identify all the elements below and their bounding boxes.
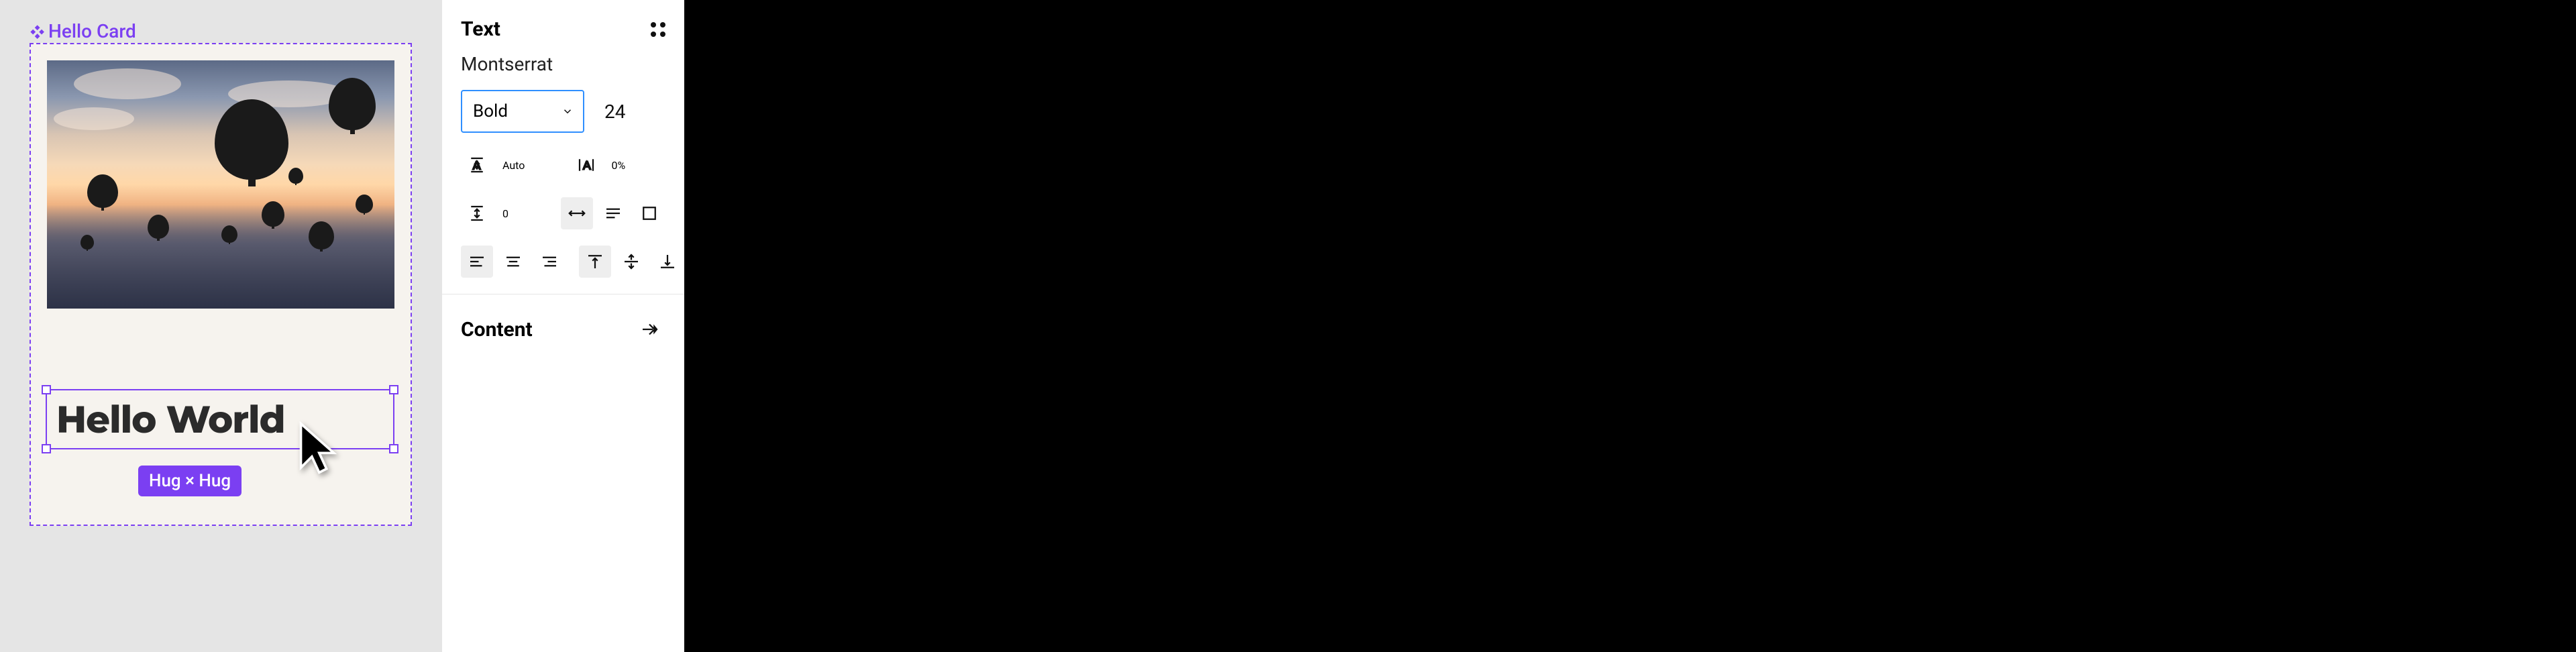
align-middle-button[interactable]: [615, 246, 647, 278]
component-icon: [30, 24, 44, 39]
align-top-icon: [585, 252, 605, 272]
design-canvas[interactable]: Hello Card Hello World Hug × Hug: [0, 0, 441, 652]
align-middle-icon: [621, 252, 641, 272]
align-right-button[interactable]: [533, 246, 566, 278]
size-badge: Hug × Hug: [138, 466, 241, 496]
card-text-layer[interactable]: Hello World: [56, 397, 285, 443]
component-label[interactable]: Hello Card: [30, 20, 136, 42]
fixed-size-icon: [639, 203, 659, 223]
align-bottom-icon: [657, 252, 678, 272]
line-height-input[interactable]: Auto: [502, 159, 525, 172]
auto-width-button[interactable]: [561, 197, 593, 229]
resize-handle-bl[interactable]: [42, 444, 51, 453]
auto-height-button[interactable]: [597, 197, 629, 229]
content-section-title: Content: [461, 318, 533, 341]
align-center-icon: [503, 252, 523, 272]
resize-handle-tr[interactable]: [389, 385, 398, 394]
chevron-down-icon: [561, 105, 574, 117]
card-image: [47, 60, 394, 309]
letter-spacing-input[interactable]: 0%: [612, 159, 626, 172]
auto-width-icon: [567, 203, 587, 223]
font-weight-select[interactable]: Bold: [461, 90, 584, 133]
resize-handle-tl[interactable]: [42, 385, 51, 394]
content-section-header[interactable]: Content: [442, 294, 684, 364]
apply-content-icon: [639, 319, 659, 339]
resize-handle-br[interactable]: [389, 444, 398, 453]
font-family-select[interactable]: Montserrat: [461, 53, 665, 75]
letter-spacing-icon: A: [570, 149, 602, 181]
auto-height-icon: [603, 203, 623, 223]
svg-text:A: A: [473, 158, 481, 172]
fixed-size-button[interactable]: [633, 197, 665, 229]
align-right-icon: [539, 252, 559, 272]
font-size-input[interactable]: 24: [598, 101, 625, 123]
drag-handle-icon[interactable]: [651, 22, 665, 37]
line-height-icon: A: [461, 149, 493, 181]
align-top-button[interactable]: [579, 246, 611, 278]
card-frame[interactable]: [30, 43, 412, 526]
svg-text:A: A: [583, 158, 591, 172]
apply-content-button[interactable]: [633, 313, 665, 345]
align-left-icon: [467, 252, 487, 272]
paragraph-spacing-input[interactable]: 0: [502, 207, 508, 220]
align-bottom-button[interactable]: [651, 246, 684, 278]
text-section-header: Text: [442, 0, 684, 53]
paragraph-spacing-icon: [461, 197, 493, 229]
align-left-button[interactable]: [461, 246, 493, 278]
component-label-text: Hello Card: [48, 20, 136, 42]
align-center-button[interactable]: [497, 246, 529, 278]
inspector-panel: Text Montserrat Bold 24 A Auto: [441, 0, 684, 652]
empty-region: [684, 0, 2576, 652]
font-weight-value: Bold: [473, 101, 508, 121]
text-section-title: Text: [461, 17, 500, 41]
